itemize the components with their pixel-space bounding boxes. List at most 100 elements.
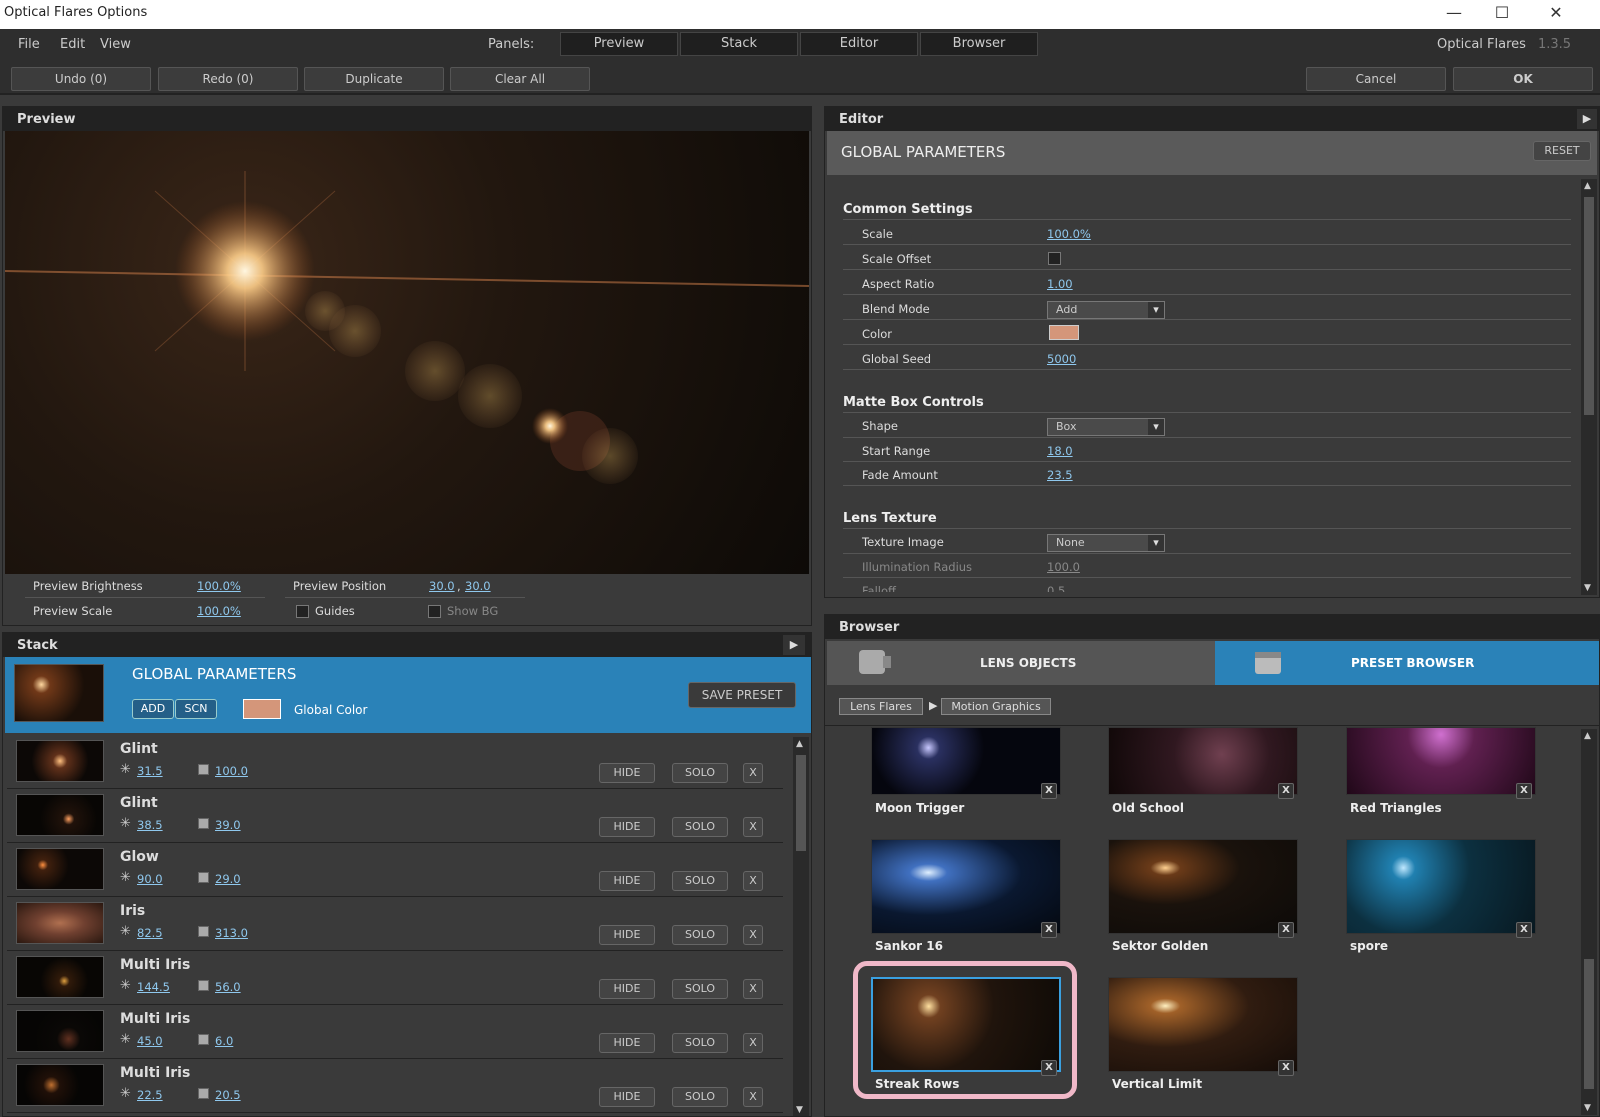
cancel-button[interactable]: Cancel <box>1306 67 1446 91</box>
hide-button[interactable]: HIDE <box>599 871 655 891</box>
delete-layer-button[interactable]: X <box>743 871 763 891</box>
texture-image-select[interactable]: None <box>1047 534 1165 552</box>
scroll-up-icon[interactable]: ▲ <box>1584 731 1591 741</box>
breadcrumb-motion-graphics[interactable]: Motion Graphics <box>941 698 1051 715</box>
scroll-down-icon[interactable]: ▼ <box>796 1105 803 1115</box>
preview-scale-value[interactable]: 100.0% <box>197 604 241 618</box>
solo-button[interactable]: SOLO <box>672 871 728 891</box>
preview-viewport[interactable] <box>5 131 809 574</box>
preset-sektor-golden[interactable]: X Sektor Golden <box>1108 839 1298 953</box>
scale-value[interactable]: 100.0% <box>1047 227 1091 241</box>
preview-brightness-value[interactable]: 100.0% <box>197 579 241 593</box>
start-range-value[interactable]: 18.0 <box>1047 444 1073 458</box>
solo-button[interactable]: SOLO <box>672 979 728 999</box>
stack-row-brightness[interactable]: 144.5 <box>137 980 170 994</box>
stack-row-scale[interactable]: 313.0 <box>215 926 248 940</box>
scrollbar-thumb[interactable] <box>1584 959 1594 1089</box>
preset-delete-icon[interactable]: X <box>1278 922 1294 938</box>
scrollbar-thumb[interactable] <box>796 755 806 851</box>
preset-delete-icon[interactable]: X <box>1516 783 1532 799</box>
stack-row[interactable]: Multi Iris ✳ 45.0 6.0 HIDE SOLO X <box>7 1005 783 1059</box>
stack-scrollbar[interactable]: ▲ ▼ <box>793 737 809 1116</box>
stack-row[interactable]: Glint ✳ 38.5 39.0 HIDE SOLO X <box>7 789 783 843</box>
preset-red-triangles[interactable]: X Red Triangles <box>1346 727 1536 817</box>
preset-spore[interactable]: X spore <box>1346 839 1536 953</box>
solo-button[interactable]: SOLO <box>672 763 728 783</box>
scroll-down-icon[interactable]: ▼ <box>1584 583 1591 593</box>
editor-expand-icon[interactable]: ▶ <box>1577 109 1597 129</box>
solo-button[interactable]: SOLO <box>672 1087 728 1107</box>
scroll-up-icon[interactable]: ▲ <box>796 739 803 749</box>
stack-row-brightness[interactable]: 90.0 <box>137 872 163 886</box>
lens-objects-tab[interactable]: LENS OBJECTS <box>827 641 1215 685</box>
editor-scrollbar[interactable]: ▲ ▼ <box>1581 179 1597 595</box>
preset-vertical-limit[interactable]: X Vertical Limit <box>1108 977 1298 1091</box>
fade-amount-value[interactable]: 23.5 <box>1047 468 1073 482</box>
hide-button[interactable]: HIDE <box>599 763 655 783</box>
minimize-icon[interactable]: — <box>1434 2 1474 26</box>
close-icon[interactable]: ✕ <box>1536 2 1576 26</box>
stack-row-scale[interactable]: 39.0 <box>215 818 241 832</box>
guides-checkbox[interactable] <box>296 605 309 618</box>
falloff-value[interactable]: 0.5 <box>1047 584 1065 592</box>
stack-row[interactable]: Glow ✳ 90.0 29.0 HIDE SOLO X <box>7 843 783 897</box>
preset-sankor-16[interactable]: X Sankor 16 <box>871 839 1061 953</box>
stack-row[interactable]: Iris ✳ 82.5 313.0 HIDE SOLO X <box>7 897 783 951</box>
delete-layer-button[interactable]: X <box>743 763 763 783</box>
preset-delete-icon[interactable]: X <box>1278 1060 1294 1076</box>
preset-old-school[interactable]: X Old School <box>1108 727 1298 817</box>
preset-delete-icon[interactable]: X <box>1516 922 1532 938</box>
solo-button[interactable]: SOLO <box>672 925 728 945</box>
stack-row-scale[interactable]: 56.0 <box>215 980 241 994</box>
preset-delete-icon[interactable]: X <box>1041 1060 1057 1076</box>
browser-scrollbar[interactable]: ▲ ▼ <box>1581 729 1597 1115</box>
stack-row[interactable]: Glint ✳ 31.5 100.0 HIDE SOLO X <box>7 735 783 789</box>
stack-expand-icon[interactable]: ▶ <box>783 635 805 655</box>
stack-row[interactable]: Multi Iris ✳ 22.5 20.5 HIDE SOLO X <box>7 1059 783 1113</box>
preset-delete-icon[interactable]: X <box>1278 783 1294 799</box>
stack-row[interactable]: Multi Iris ✳ 144.5 56.0 HIDE SOLO X <box>7 951 783 1005</box>
solo-button[interactable]: SOLO <box>672 817 728 837</box>
preset-moon-trigger[interactable]: X Moon Trigger <box>871 727 1061 817</box>
preset-streak-rows[interactable]: X Streak Rows <box>871 977 1061 1091</box>
save-preset-button[interactable]: SAVE PRESET <box>688 682 796 708</box>
preset-delete-icon[interactable]: X <box>1041 922 1057 938</box>
stack-row-brightness[interactable]: 22.5 <box>137 1088 163 1102</box>
add-button[interactable]: ADD <box>132 699 174 719</box>
delete-layer-button[interactable]: X <box>743 925 763 945</box>
panel-tab-editor[interactable]: Editor <box>800 32 918 56</box>
stack-row-scale[interactable]: 100.0 <box>215 764 248 778</box>
solo-button[interactable]: SOLO <box>672 1033 728 1053</box>
stack-row-scale[interactable]: 20.5 <box>215 1088 241 1102</box>
maximize-icon[interactable]: ☐ <box>1482 2 1522 26</box>
scale-offset-checkbox[interactable] <box>1048 252 1061 265</box>
menu-file[interactable]: File <box>18 37 40 52</box>
shape-select[interactable]: Box <box>1047 418 1165 436</box>
stack-row-brightness[interactable]: 45.0 <box>137 1034 163 1048</box>
scroll-up-icon[interactable]: ▲ <box>1584 181 1591 191</box>
stack-row-brightness[interactable]: 31.5 <box>137 764 163 778</box>
hide-button[interactable]: HIDE <box>599 925 655 945</box>
global-seed-value[interactable]: 5000 <box>1047 352 1076 366</box>
breadcrumb-lens-flares[interactable]: Lens Flares <box>839 698 923 715</box>
scn-button[interactable]: SCN <box>175 699 217 719</box>
menu-view[interactable]: View <box>100 37 131 52</box>
stack-row-brightness[interactable]: 38.5 <box>137 818 163 832</box>
blend-mode-select[interactable]: Add <box>1047 301 1165 319</box>
delete-layer-button[interactable]: X <box>743 817 763 837</box>
stack-row-brightness[interactable]: 82.5 <box>137 926 163 940</box>
aspect-ratio-value[interactable]: 1.00 <box>1047 277 1073 291</box>
panel-tab-stack[interactable]: Stack <box>680 32 798 56</box>
global-color-swatch[interactable] <box>243 699 281 719</box>
hide-button[interactable]: HIDE <box>599 979 655 999</box>
hide-button[interactable]: HIDE <box>599 817 655 837</box>
preset-browser-tab[interactable]: PRESET BROWSER <box>1215 641 1599 685</box>
hide-button[interactable]: HIDE <box>599 1033 655 1053</box>
delete-layer-button[interactable]: X <box>743 1087 763 1107</box>
scroll-down-icon[interactable]: ▼ <box>1584 1103 1591 1113</box>
illumination-radius-value[interactable]: 100.0 <box>1047 560 1080 574</box>
preview-position-x[interactable]: 30.0 <box>429 579 455 593</box>
preview-position-y[interactable]: 30.0 <box>465 579 491 593</box>
hide-button[interactable]: HIDE <box>599 1087 655 1107</box>
undo-button[interactable]: Undo (0) <box>11 67 151 91</box>
